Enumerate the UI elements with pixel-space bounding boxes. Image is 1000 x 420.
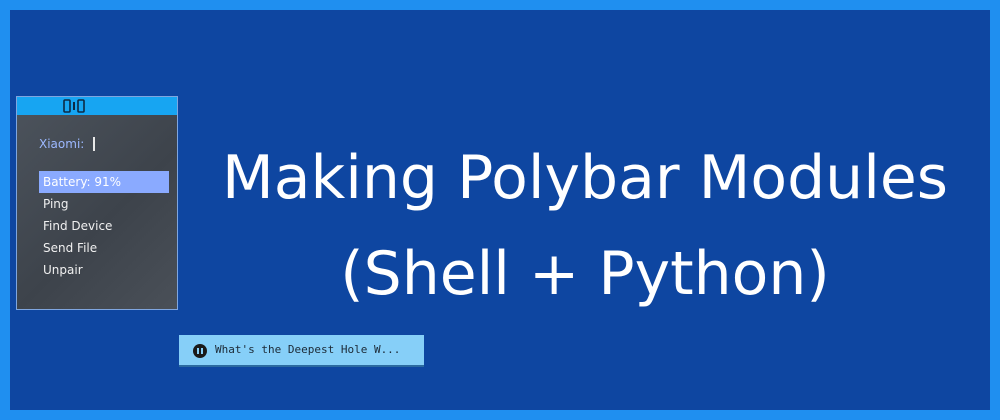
menu-item-send-file[interactable]: Send File [39,237,169,259]
device-menu-window: Xiaomi: Battery: 91% Ping Find Device Se… [16,96,178,310]
menu-body: Xiaomi: Battery: 91% Ping Find Device Se… [17,115,177,309]
menu-prompt-label: Xiaomi: [39,137,85,151]
menu-item-ping[interactable]: Ping [39,193,169,215]
menu-item-battery[interactable]: Battery: 91% [39,171,169,193]
media-player-module[interactable]: What's the Deepest Hole W... [179,335,424,367]
menu-list: Battery: 91% Ping Find Device Send File … [39,171,169,281]
banner-canvas: Xiaomi: Battery: 91% Ping Find Device Se… [10,10,990,410]
menu-item-find-device[interactable]: Find Device [39,215,169,237]
menu-item-unpair[interactable]: Unpair [39,259,169,281]
pause-icon[interactable] [193,344,207,358]
title-line-1: Making Polybar Modules [221,143,949,213]
phone-pair-icon[interactable] [63,99,85,113]
now-playing-text: What's the Deepest Hole W... [215,343,401,356]
text-caret [93,137,95,151]
polybar-strip [17,97,177,115]
title-line-2: (Shell + Python) [340,239,830,309]
page-title: Making Polybar Modules (Shell + Python) [180,130,990,322]
